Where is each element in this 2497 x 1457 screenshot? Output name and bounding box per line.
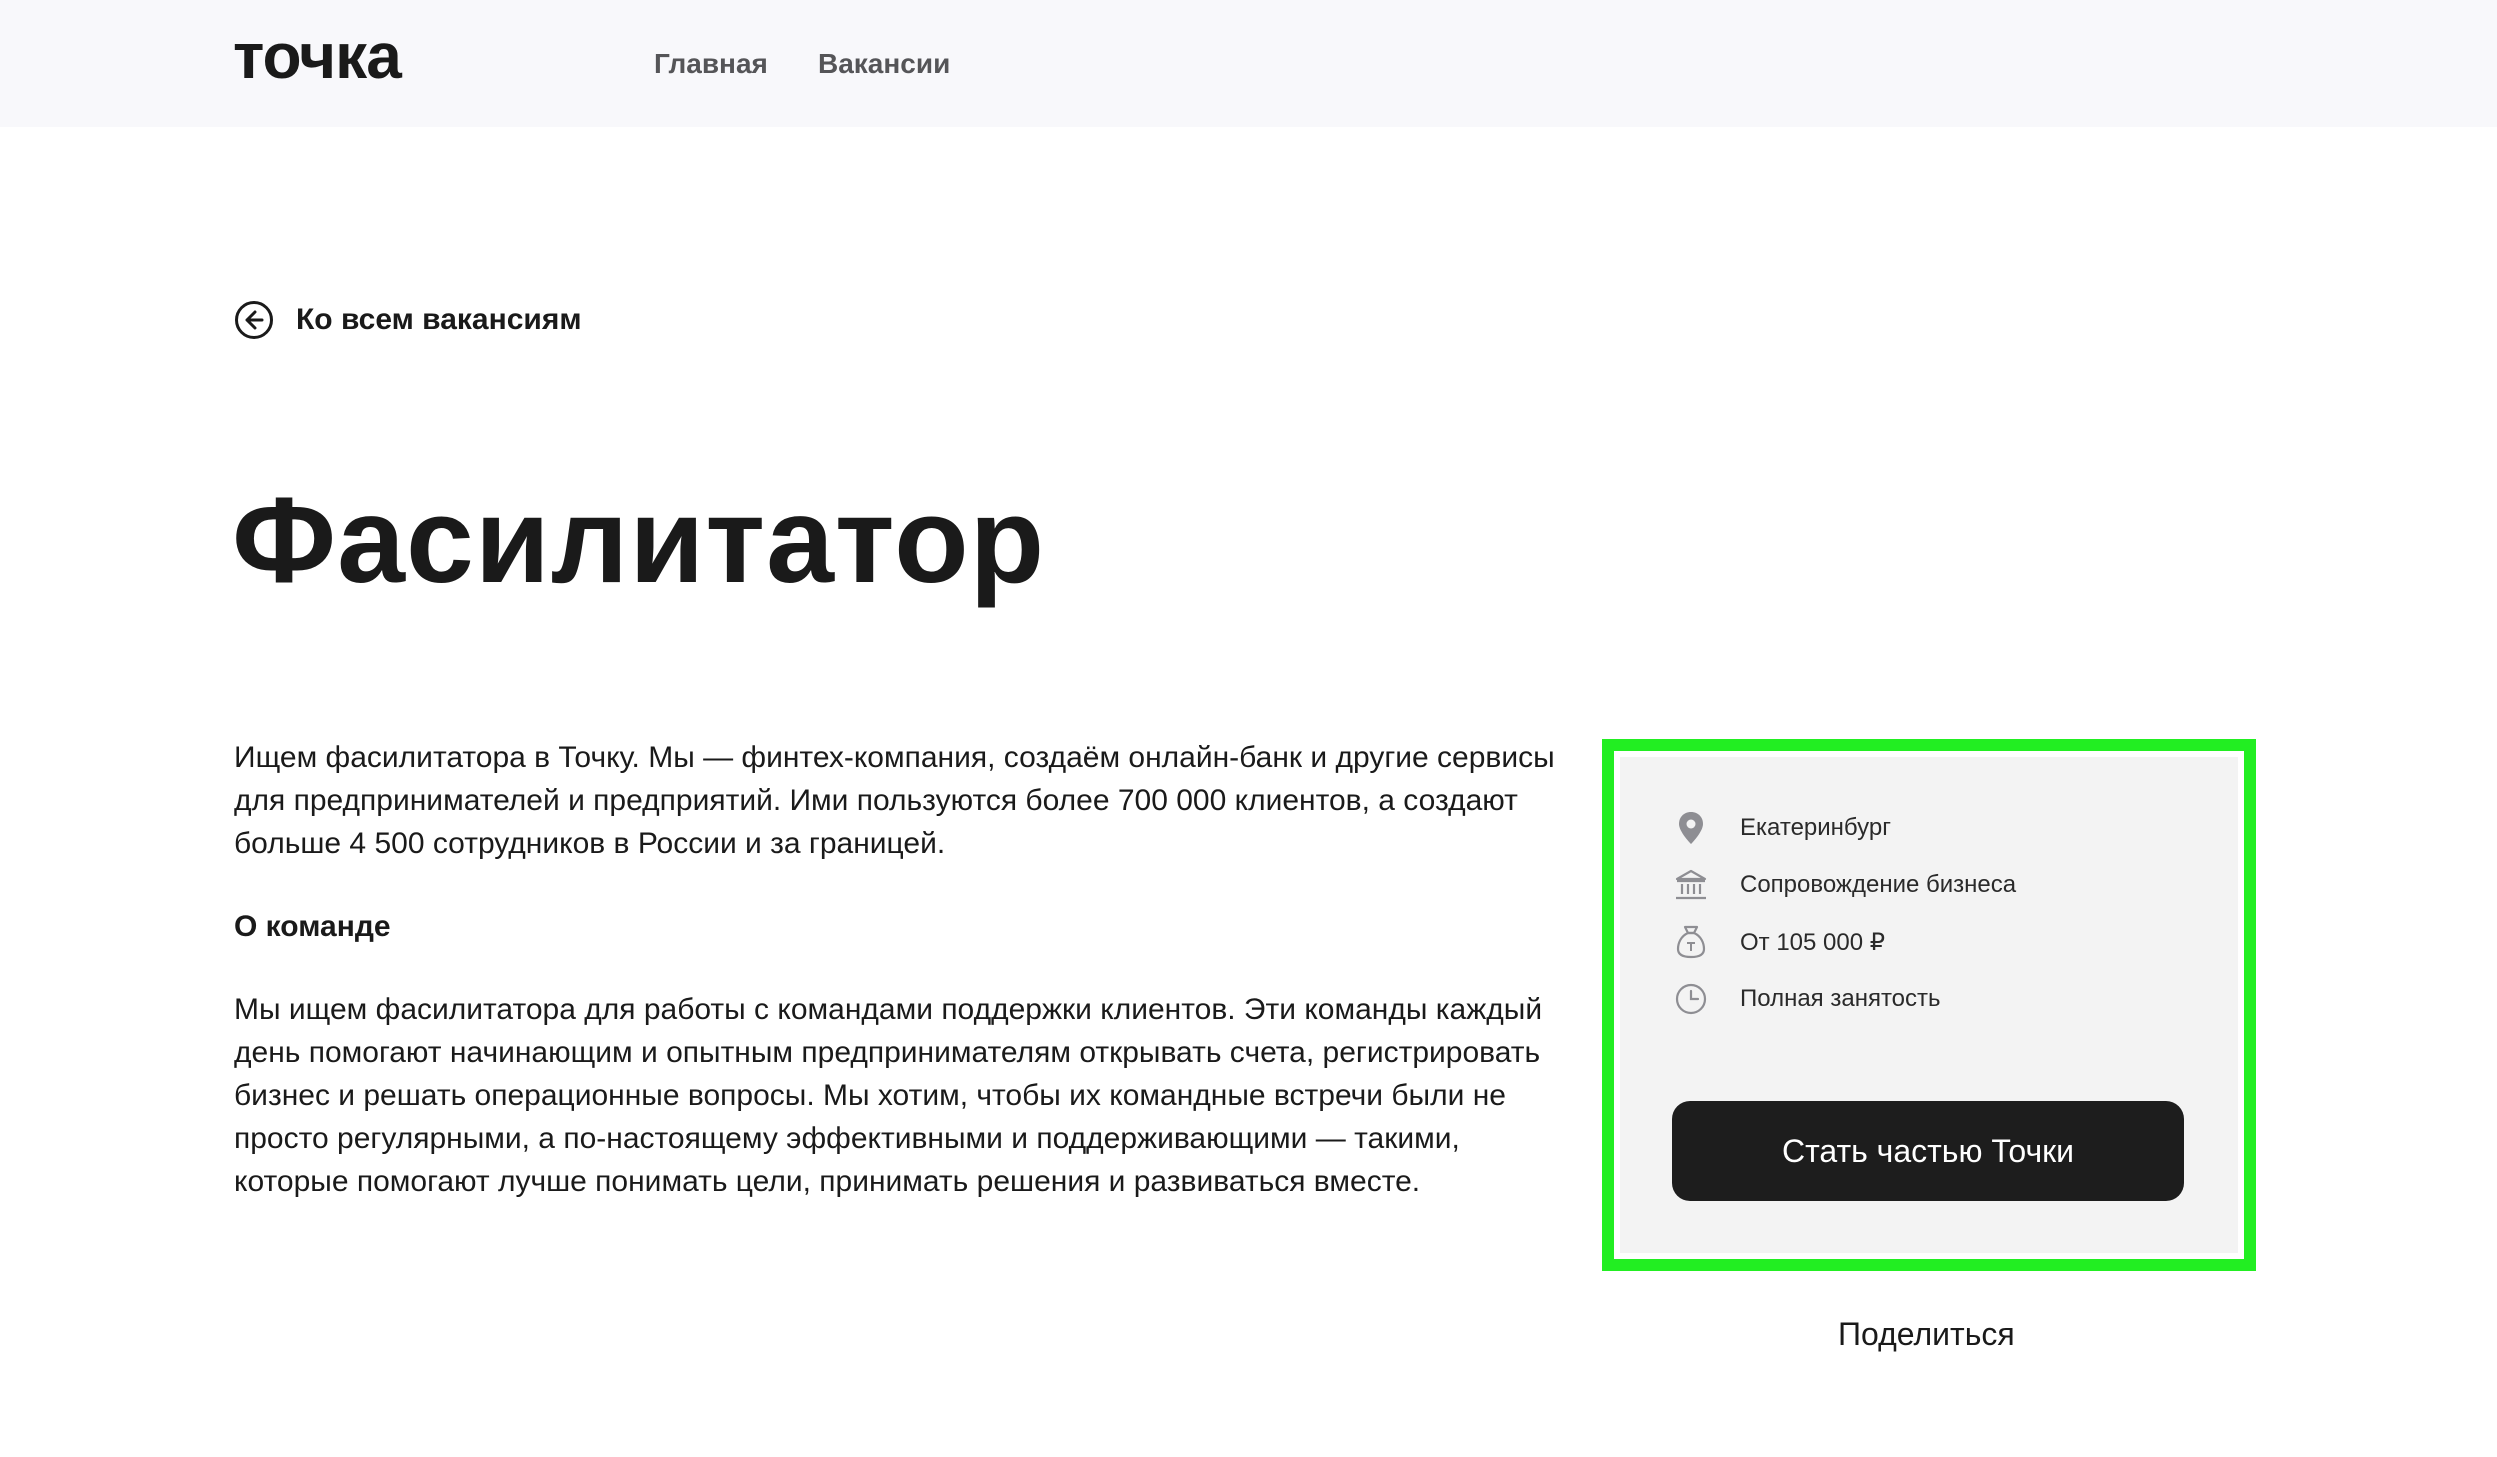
bank-building-icon <box>1672 866 1710 904</box>
nav-home-link[interactable]: Главная <box>654 46 768 82</box>
team-heading: О команде <box>234 910 391 943</box>
info-row-city: Екатеринбург <box>1672 808 1891 848</box>
back-link-label: Ко всем вакансиям <box>296 303 582 336</box>
info-row-salary: От 105 000 ₽ <box>1672 922 1885 962</box>
share-link[interactable]: Поделиться <box>1838 1316 2015 1353</box>
vacancy-description: Ищем фасилитатора в Точку. Мы — финтех-к… <box>234 736 1579 1203</box>
employment-text: Полная занятость <box>1740 985 1941 1012</box>
nav-vacancies-link[interactable]: Вакансии <box>818 46 950 82</box>
vacancy-info-card: Екатеринбург Сопровождение бизнеса От 10… <box>1620 757 2238 1253</box>
info-row-department: Сопровождение бизнеса <box>1672 865 2016 905</box>
back-to-vacancies-link[interactable]: Ко всем вакансиям <box>234 298 582 342</box>
department-text: Сопровождение бизнеса <box>1740 871 2017 898</box>
arrow-left-circle-icon <box>234 300 274 340</box>
vacancy-intro: Ищем фасилитатора в Точку. Мы — финтех-к… <box>234 741 1555 860</box>
vacancy-title: Фасилитатор <box>232 472 1046 608</box>
city-text: Екатеринбург <box>1740 814 1891 841</box>
salary-text: От 105 000 ₽ <box>1740 928 1886 956</box>
location-pin-icon <box>1672 809 1710 847</box>
site-header: точка Главная Вакансии <box>0 0 2497 127</box>
info-row-employment: Полная занятость <box>1672 979 1941 1019</box>
team-description: Мы ищем фасилитатора для работы с команд… <box>234 993 1543 1198</box>
become-part-of-tochka-button[interactable]: Стать частью Точки <box>1672 1101 2184 1201</box>
money-bag-icon <box>1672 923 1710 961</box>
tochka-logo[interactable]: точка <box>233 20 402 92</box>
clock-icon <box>1672 980 1710 1018</box>
